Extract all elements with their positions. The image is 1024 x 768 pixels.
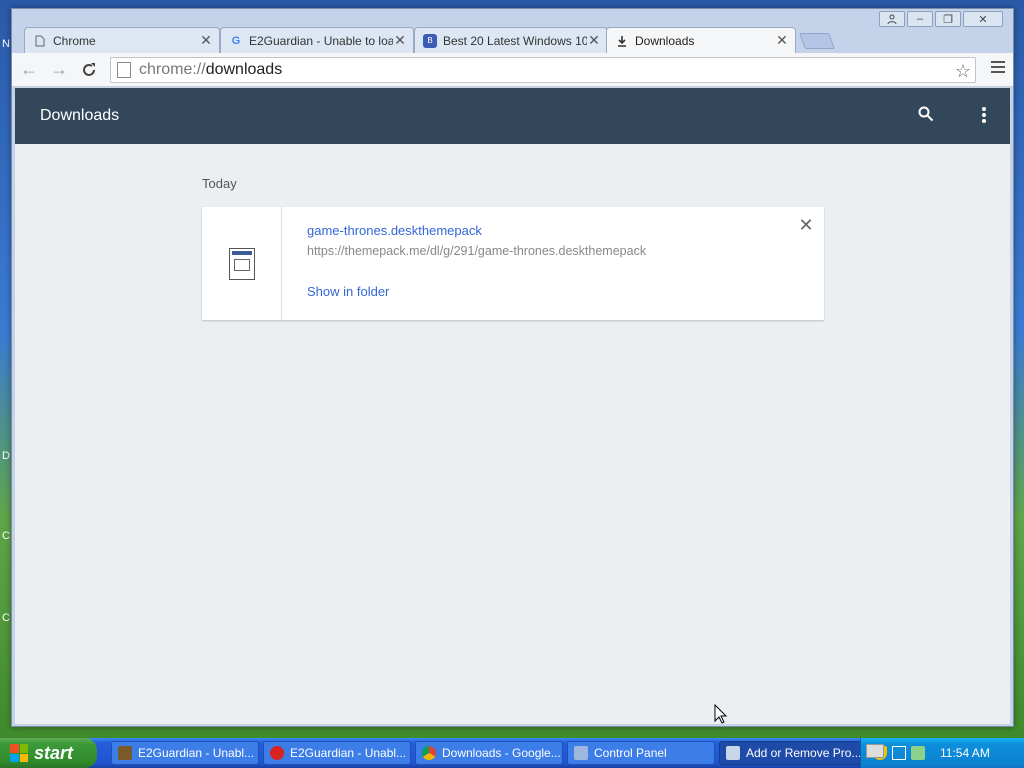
tab-title: Chrome xyxy=(53,33,96,48)
user-icon[interactable] xyxy=(879,11,905,27)
taskbar-item[interactable]: E2Guardian - Unabl... xyxy=(263,741,411,765)
tab-title: Downloads xyxy=(635,33,695,48)
add-remove-icon xyxy=(726,746,740,760)
minimize-button[interactable]: – xyxy=(907,11,933,27)
google-icon: G xyxy=(231,34,241,47)
close-icon[interactable]: ✕ xyxy=(587,32,601,49)
chrome-icon xyxy=(422,746,436,760)
desktop-icon-label-fragment: N xyxy=(2,38,10,50)
toolbar: ← → chrome:// downloads ☆ xyxy=(12,53,1013,87)
close-icon[interactable]: ✕ xyxy=(796,215,816,236)
e2guardian-icon xyxy=(118,746,132,760)
start-label: start xyxy=(34,742,74,763)
page-title: Downloads xyxy=(40,107,120,124)
maximize-button[interactable]: ❐ xyxy=(935,11,961,27)
volume-icon[interactable] xyxy=(911,746,925,760)
network-icon[interactable] xyxy=(892,746,906,760)
desktop-icon-label-fragment: D xyxy=(2,450,10,462)
close-icon[interactable]: ✕ xyxy=(393,32,407,49)
mouse-cursor-icon xyxy=(714,703,728,729)
taskbar-item-label: E2Guardian - Unabl... xyxy=(290,746,407,760)
download-icon xyxy=(615,34,629,48)
keyboard-icon[interactable] xyxy=(866,744,884,758)
taskbar-item[interactable]: Downloads - Google... xyxy=(415,741,563,765)
new-tab-button[interactable] xyxy=(799,33,835,49)
file-icon-column xyxy=(202,207,282,320)
forward-arrow-icon[interactable]: → xyxy=(46,57,72,83)
close-icon[interactable]: ✕ xyxy=(199,32,213,49)
address-bar[interactable]: chrome:// downloads ☆ xyxy=(110,57,976,83)
file-source-url[interactable]: https://themepack.me/dl/g/291/game-thron… xyxy=(307,244,646,258)
control-panel-icon xyxy=(574,746,588,760)
tab-strip: Chrome ✕ G E2Guardian - Unable to load ✕… xyxy=(12,9,1013,53)
opera-icon xyxy=(270,746,284,760)
start-button[interactable]: start xyxy=(0,738,97,768)
system-tray: 11:54 AM xyxy=(860,738,1024,768)
tab-title: Best 20 Latest Windows 10 xyxy=(443,33,587,48)
url-scheme: chrome:// xyxy=(139,61,206,78)
site-icon: B xyxy=(423,33,437,48)
page-icon xyxy=(117,62,131,78)
back-arrow-icon[interactable]: ← xyxy=(16,57,42,83)
tab-title: E2Guardian - Unable to load xyxy=(249,33,393,48)
taskbar-item-label: Downloads - Google... xyxy=(442,746,561,760)
reload-icon[interactable] xyxy=(76,57,102,83)
taskbar-item-label: Control Panel xyxy=(594,746,667,760)
clock[interactable]: 11:54 AM xyxy=(940,746,990,760)
close-window-button[interactable]: ✕ xyxy=(963,11,1003,27)
taskbar-item[interactable]: Control Panel xyxy=(567,741,715,765)
chrome-menu-icon[interactable] xyxy=(991,61,1005,75)
file-icon xyxy=(228,247,255,280)
show-in-folder-link[interactable]: Show in folder xyxy=(307,284,389,299)
taskbar-item[interactable]: E2Guardian - Unabl... xyxy=(111,741,259,765)
page-icon xyxy=(33,34,47,48)
more-vert-icon[interactable] xyxy=(982,107,986,125)
file-name-link[interactable]: game-thrones.deskthemepack xyxy=(307,223,482,238)
desktop-icon-label-fragment: C xyxy=(2,612,10,624)
search-icon[interactable] xyxy=(918,106,934,127)
bookmark-star-icon[interactable]: ☆ xyxy=(955,61,971,82)
windows-logo-icon xyxy=(10,744,28,762)
tab-best-windows-themes[interactable]: B Best 20 Latest Windows 10 ✕ xyxy=(414,27,608,53)
tab-e2guardian[interactable]: G E2Guardian - Unable to load ✕ xyxy=(220,27,414,53)
url-path: downloads xyxy=(205,61,283,78)
taskbar-item-label: E2Guardian - Unabl... xyxy=(138,746,255,760)
desktop-icon-label-fragment: C xyxy=(2,530,10,542)
downloads-page: Downloads Today game-thrones.deskthemepa… xyxy=(15,88,1010,724)
chrome-window: Chrome ✕ G E2Guardian - Unable to load ✕… xyxy=(11,8,1014,727)
close-icon[interactable]: ✕ xyxy=(775,32,789,49)
tab-chrome[interactable]: Chrome ✕ xyxy=(24,27,220,53)
taskbar-item[interactable]: Add or Remove Pro... xyxy=(719,741,867,765)
tab-downloads[interactable]: Downloads ✕ xyxy=(606,27,796,53)
taskbar-item-label: Add or Remove Pro... xyxy=(746,746,862,760)
downloads-toolbar: Downloads xyxy=(15,88,1010,144)
date-section-header: Today xyxy=(202,176,237,191)
download-item: game-thrones.deskthemepack https://theme… xyxy=(202,207,824,320)
window-controls: – ❐ ✕ xyxy=(879,11,1003,27)
